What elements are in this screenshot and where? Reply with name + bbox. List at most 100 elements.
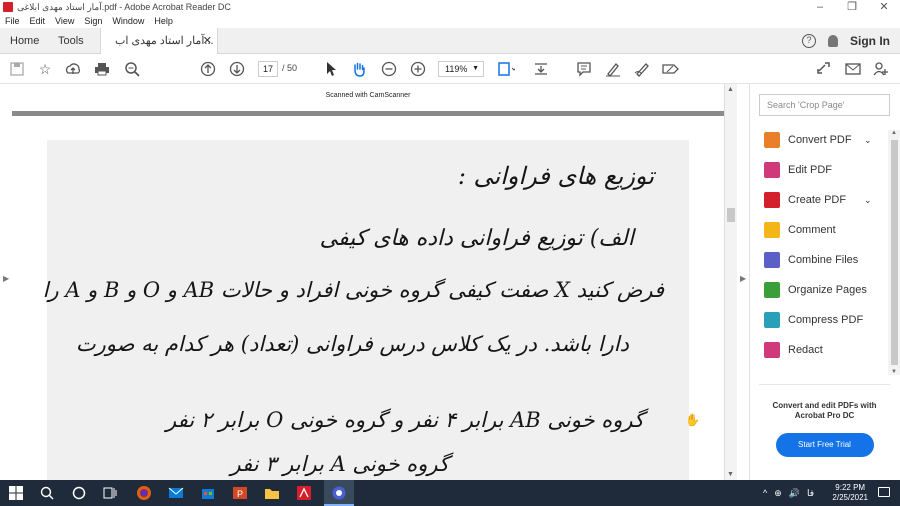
combine-files-icon — [764, 252, 780, 268]
tools-scrollbar[interactable]: ▲ ▼ — [888, 130, 900, 375]
chevron-down-icon[interactable]: ⌄ — [864, 195, 872, 206]
zoom-search-icon[interactable] — [123, 60, 141, 78]
comment-icon[interactable] — [575, 60, 593, 78]
share-link-icon[interactable] — [815, 60, 833, 78]
close-window-button[interactable]: ✕ — [868, 0, 900, 14]
tab-tools[interactable]: Tools — [58, 28, 84, 54]
menu-window[interactable]: Window — [107, 14, 149, 28]
scroll-down-icon[interactable]: ▼ — [727, 471, 734, 478]
create-pdf-icon — [764, 192, 780, 208]
close-tab-icon[interactable]: ✕ — [203, 28, 212, 54]
tab-home[interactable]: Home — [10, 28, 39, 54]
left-panel-toggle[interactable]: ▶ — [0, 84, 12, 480]
chevron-down-icon[interactable]: ⌄ — [864, 135, 872, 146]
tools-search-input[interactable]: Search 'Crop Page' — [759, 94, 890, 116]
tool-comment[interactable]: Comment — [764, 220, 836, 240]
zoom-value: 119% — [445, 64, 468, 74]
document-scrollbar[interactable]: ▲ ▼ — [724, 84, 737, 480]
help-icon[interactable]: ? — [802, 34, 816, 48]
menu-view[interactable]: View — [50, 14, 79, 28]
tools-pane: Search 'Crop Page' Convert PDF ⌄ Edit PD… — [749, 84, 900, 480]
tool-organize-pages[interactable]: Organize Pages — [764, 280, 867, 300]
tab-document-label: آمار استاد مهدی اب... — [115, 35, 214, 47]
scroll-up-icon[interactable]: ▲ — [727, 86, 734, 93]
windows-taskbar: P ^ ⊕ 🔊 فا 9:22 PM 2/25/2021 — [0, 480, 900, 506]
organize-pages-icon — [764, 282, 780, 298]
acrobat-app-icon — [3, 2, 13, 12]
powerpoint-icon[interactable]: P — [232, 485, 248, 501]
mail-icon[interactable] — [844, 60, 862, 78]
zoom-select[interactable]: 119% ▼ — [438, 61, 484, 77]
page-separator — [12, 111, 724, 116]
scroll-mode-icon[interactable] — [532, 60, 550, 78]
star-icon[interactable]: ☆ — [36, 60, 54, 78]
pdf-page: Scanned with CamScanner توزیع های فراوان… — [12, 84, 724, 480]
clock-date: 2/25/2021 — [832, 493, 868, 502]
right-pane-toggle[interactable]: ▶ — [737, 84, 749, 480]
restore-button[interactable]: ❐ — [836, 0, 868, 14]
acrobat-taskbar-icon[interactable] — [296, 485, 312, 501]
tool-convert-pdf[interactable]: Convert PDF ⌄ — [764, 130, 872, 150]
zoom-out-icon[interactable] — [380, 60, 398, 78]
highlight-icon[interactable] — [604, 60, 622, 78]
page-down-icon[interactable] — [228, 60, 246, 78]
hand-cursor-icon: ✋ — [685, 413, 700, 427]
menu-file[interactable]: File — [0, 14, 25, 28]
handwriting-line: دارا باشد. در یک کلاس درس فراوانی (تعداد… — [75, 332, 629, 356]
tab-document[interactable]: آمار استاد مهدی اب... ✕ — [100, 28, 218, 54]
handwriting-line: فرض کنید X صفت کیفی گروه خونی افراد و حا… — [42, 278, 664, 302]
clock[interactable]: 9:22 PM 2/25/2021 — [832, 483, 868, 503]
cortana-icon[interactable] — [71, 485, 87, 501]
tool-create-pdf[interactable]: Create PDF ⌄ — [764, 190, 872, 210]
scroll-up-icon[interactable]: ▲ — [891, 130, 897, 136]
print-icon[interactable] — [93, 60, 111, 78]
scroll-thumb[interactable] — [727, 208, 735, 222]
start-free-trial-button[interactable]: Start Free Trial — [775, 433, 874, 457]
notification-bell-icon[interactable] — [828, 35, 838, 47]
tool-label: Redact — [788, 344, 823, 356]
scanned-handwritten-page: توزیع های فراوانی : الف) توزیع فراوانی د… — [43, 140, 689, 480]
add-user-icon[interactable] — [872, 60, 890, 78]
active-app-highlight[interactable] — [324, 480, 354, 506]
upload-icon[interactable] — [64, 60, 82, 78]
network-icon[interactable]: ⊕ — [774, 488, 782, 499]
file-explorer-icon[interactable] — [264, 485, 280, 501]
fit-page-icon[interactable] — [497, 60, 515, 78]
task-view-icon[interactable] — [102, 485, 118, 501]
sign-in-button[interactable]: Sign In — [850, 34, 890, 48]
tool-label: Comment — [788, 224, 836, 236]
tool-label: Create PDF — [788, 194, 847, 206]
windows-start-icon[interactable] — [8, 485, 24, 501]
handwriting-line: الف) توزیع فراوانی داده های کیفی — [319, 226, 634, 251]
scroll-down-icon[interactable]: ▼ — [891, 369, 897, 375]
language-indicator[interactable]: فا — [807, 488, 814, 499]
expand-left-icon: ▶ — [3, 274, 10, 283]
minimize-button[interactable]: – — [804, 0, 836, 14]
hand-icon[interactable] — [350, 60, 368, 78]
select-arrow-icon[interactable] — [322, 60, 340, 78]
scroll-thumb[interactable] — [891, 140, 898, 365]
fill-sign-icon[interactable] — [662, 60, 680, 78]
title-bar: آمار استاد مهدی ابلاغی.pdf - Adobe Acrob… — [0, 0, 900, 14]
firefox-icon[interactable] — [136, 485, 152, 501]
sign-pen-icon[interactable] — [633, 60, 651, 78]
tray-expand-icon[interactable]: ^ — [763, 488, 767, 498]
tool-combine-files[interactable]: Combine Files — [764, 250, 858, 270]
action-center-icon[interactable] — [878, 487, 890, 497]
tool-redact[interactable]: Redact — [764, 340, 823, 360]
volume-icon[interactable]: 🔊 — [789, 488, 800, 499]
page-total: / 50 — [282, 63, 298, 73]
screen-recorder-icon — [331, 485, 347, 501]
page-up-icon[interactable] — [199, 60, 217, 78]
menu-edit[interactable]: Edit — [25, 14, 51, 28]
mail-app-icon[interactable] — [168, 485, 184, 501]
tool-compress-pdf[interactable]: Compress PDF — [764, 310, 863, 330]
search-icon[interactable] — [39, 485, 55, 501]
save-icon[interactable] — [8, 60, 26, 78]
menu-help[interactable]: Help — [149, 14, 178, 28]
store-icon[interactable] — [200, 485, 216, 501]
menu-sign[interactable]: Sign — [79, 14, 107, 28]
tool-edit-pdf[interactable]: Edit PDF — [764, 160, 832, 180]
page-number-input[interactable]: 17 — [258, 61, 278, 77]
zoom-in-icon[interactable] — [409, 60, 427, 78]
